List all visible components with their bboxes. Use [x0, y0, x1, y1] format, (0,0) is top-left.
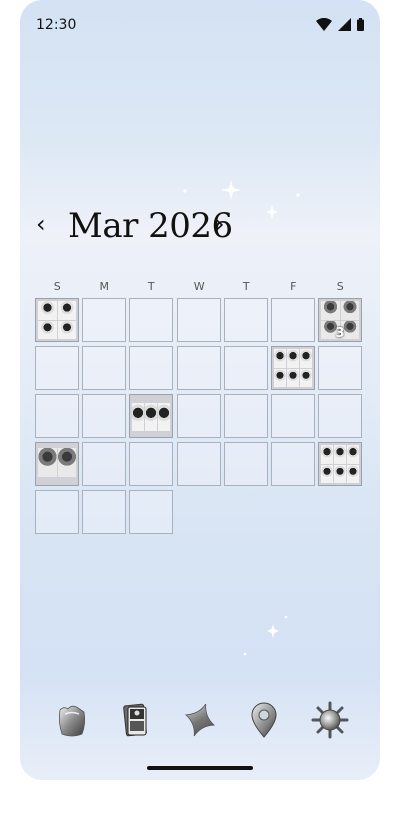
prev-month-button[interactable]: ‹	[36, 212, 46, 236]
month-title: Mar 2026	[68, 206, 233, 246]
calendar-day-photo[interactable]	[318, 442, 362, 486]
calendar-day-photo[interactable]	[35, 298, 79, 342]
photo-thumbnail	[38, 301, 76, 339]
weekday-label: T	[242, 280, 251, 293]
calendar-day-photo[interactable]	[35, 442, 79, 486]
calendar-day[interactable]	[271, 442, 315, 486]
calendar-day[interactable]	[224, 394, 268, 438]
location-pin-icon[interactable]	[244, 700, 284, 740]
sparkle-cross-icon[interactable]	[180, 700, 220, 740]
weekday-label: S	[336, 280, 345, 293]
calendar-day[interactable]	[82, 442, 126, 486]
calendar-day[interactable]	[82, 394, 126, 438]
calendar-day[interactable]	[177, 394, 221, 438]
calendar-day[interactable]	[129, 346, 173, 390]
calendar-day[interactable]	[177, 298, 221, 342]
calendar-day[interactable]	[177, 442, 221, 486]
weekday-label: F	[290, 280, 297, 293]
photo-thumbnail	[321, 445, 359, 483]
calendar-day[interactable]	[318, 394, 362, 438]
photo-thumbnail	[274, 349, 312, 387]
month-header: ‹ Mar 2026 ›	[20, 200, 380, 256]
calendar-day[interactable]	[224, 442, 268, 486]
calendar-day-photo[interactable]: 3	[318, 298, 362, 342]
calendar-day[interactable]	[318, 346, 362, 390]
weekday-label: S	[53, 280, 62, 293]
calendar-day[interactable]	[271, 298, 315, 342]
calendar-day-photo[interactable]	[129, 394, 173, 438]
calendar-day[interactable]	[224, 298, 268, 342]
calendar-day[interactable]	[177, 346, 221, 390]
calendar-day[interactable]	[35, 346, 79, 390]
sun-settings-icon[interactable]	[310, 700, 350, 740]
weekday-label: W	[193, 280, 206, 293]
day-number: 3	[335, 326, 345, 341]
next-month-button[interactable]: ›	[215, 212, 225, 236]
calendar-day[interactable]	[224, 346, 268, 390]
calendar-day[interactable]	[271, 394, 315, 438]
bag-icon[interactable]	[52, 700, 92, 740]
calendar-day[interactable]	[129, 298, 173, 342]
calendar-day[interactable]	[82, 490, 126, 534]
calendar-day-photo[interactable]	[271, 346, 315, 390]
calendar-grid: 3	[35, 298, 365, 538]
calendar-day[interactable]	[35, 490, 79, 534]
calendar-day[interactable]	[35, 394, 79, 438]
home-indicator[interactable]	[147, 766, 253, 770]
calendar-day[interactable]	[82, 298, 126, 342]
photo-thumbnail	[132, 403, 170, 431]
photo-cards-icon[interactable]	[116, 700, 156, 740]
calendar-day[interactable]	[82, 346, 126, 390]
weekday-header: S M T W T F S	[35, 280, 365, 294]
calendar-day[interactable]	[129, 490, 173, 534]
photo-thumbnail	[38, 448, 76, 477]
phone-screen: 12:30 ‹ Mar 2026 › S M T W T F S 3	[20, 0, 380, 780]
calendar-day[interactable]	[129, 442, 173, 486]
bottom-dock	[20, 700, 380, 750]
weekday-label: M	[99, 280, 110, 293]
weekday-label: T	[147, 280, 156, 293]
